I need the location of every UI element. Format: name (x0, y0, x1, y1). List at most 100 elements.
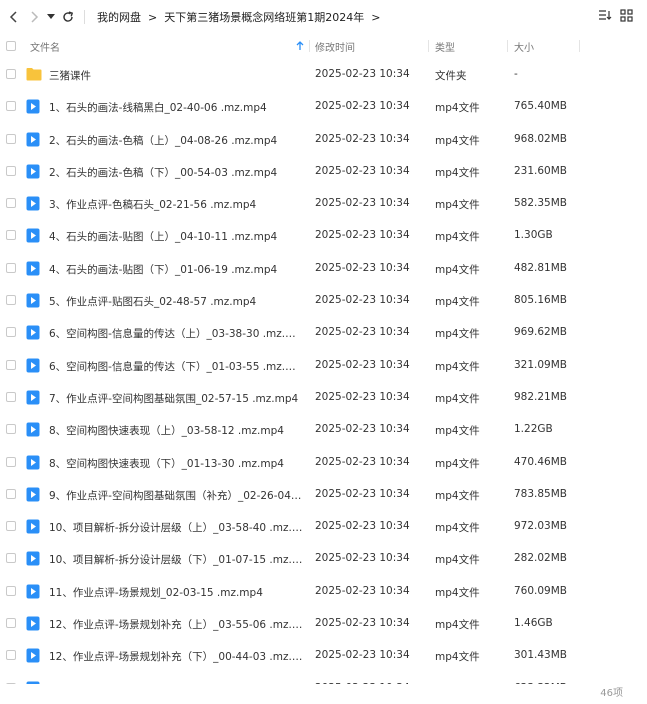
file-row[interactable]: 5、作业点评-贴图石头_02-48-57 .mz.mp4 2025-02-23 1… (0, 284, 647, 316)
file-row[interactable]: 6、空间构图-信息量的传达（下）_01-03-55 .mz.mp4 2025-02… (0, 349, 647, 381)
file-row[interactable]: 9、作业点评-空间构图基础氛围（补充）_02-26-04 .mz.... 2025… (0, 478, 647, 510)
file-name[interactable]: 1、石头的画法-线稿黑白_02-40-06 .mz.mp4 (49, 100, 267, 115)
column-divider[interactable] (579, 40, 580, 52)
sort-icon[interactable] (598, 9, 612, 21)
video-file-icon (26, 422, 40, 440)
column-divider[interactable] (507, 40, 508, 52)
file-row[interactable]: 6、空间构图-信息量的传达（上）_03-38-30 .mz.mp4 2025-02… (0, 316, 647, 348)
file-size: - (514, 68, 518, 80)
file-name[interactable]: 8、空间构图快速表现（上）_03-58-12 .mz.mp4 (49, 423, 284, 438)
row-checkbox[interactable] (6, 585, 16, 596)
file-type: mp4文件 (435, 489, 480, 502)
refresh-icon (63, 11, 74, 22)
file-name[interactable]: 4、石头的画法-贴图（下）_01-06-19 .mz.mp4 (49, 262, 277, 277)
column-type-header[interactable]: 类型 (435, 39, 455, 54)
row-checkbox[interactable] (6, 618, 16, 629)
file-size: 982.21MB (514, 390, 568, 403)
file-row[interactable]: 8、空间构图快速表现（下）_01-13-30 .mz.mp4 2025-02-23… (0, 446, 647, 478)
file-name[interactable]: 10、项目解析-拆分设计层级（上）_03-58-40 .mz.mp4 (49, 520, 304, 535)
row-checkbox[interactable] (6, 165, 16, 176)
file-type: mp4文件 (435, 425, 480, 438)
column-time-header[interactable]: 修改时间 (315, 39, 355, 54)
file-name[interactable]: 12、作业点评-场景规划补充（下）_00-44-03 .mz.mp4 (49, 649, 304, 664)
file-name[interactable]: 13、区域概念气氛（上）_02-11-12 .mz.mp4 (49, 682, 270, 685)
column-name-header[interactable]: 文件名 (30, 39, 60, 54)
file-row[interactable]: 13、区域概念气氛（上）_02-11-12 .mz.mp4 2025-02-23 … (0, 672, 647, 684)
row-checkbox[interactable] (6, 262, 16, 273)
row-checkbox[interactable] (6, 488, 16, 499)
file-name[interactable]: 2、石头的画法-色稿（下）_00-54-03 .mz.mp4 (49, 165, 277, 180)
breadcrumb-current-folder[interactable]: 天下第三猪场景概念网络班第1期2024年 (164, 9, 364, 25)
file-name[interactable]: 12、作业点评-场景规划补充（上）_03-55-06 .mz.mp4 (49, 617, 304, 632)
row-checkbox[interactable] (6, 327, 16, 338)
file-name[interactable]: 6、空间构图-信息量的传达（上）_03-38-30 .mz.mp4 (49, 326, 304, 341)
row-checkbox[interactable] (6, 101, 16, 112)
file-name[interactable]: 三猪课件 (49, 68, 91, 83)
history-dropdown-button[interactable] (44, 7, 58, 27)
file-modified-time: 2025-02-23 10:34 (315, 487, 410, 500)
file-name[interactable]: 5、作业点评-贴图石头_02-48-57 .mz.mp4 (49, 294, 256, 309)
chevron-right-icon[interactable]: > (371, 11, 380, 24)
file-row[interactable]: 12、作业点评-场景规划补充（下）_00-44-03 .mz.mp4 2025-0… (0, 639, 647, 671)
row-checkbox[interactable] (6, 456, 16, 467)
row-checkbox[interactable] (6, 230, 16, 241)
file-row[interactable]: 8、空间构图快速表现（上）_03-58-12 .mz.mp4 2025-02-23… (0, 413, 647, 445)
row-checkbox[interactable] (6, 424, 16, 435)
row-checkbox[interactable] (6, 133, 16, 144)
sort-ascending-icon[interactable] (296, 41, 304, 51)
row-checkbox[interactable] (6, 650, 16, 661)
file-type: mp4文件 (435, 682, 480, 685)
column-size-header[interactable]: 大小 (514, 39, 534, 54)
file-size: 1.46GB (514, 617, 553, 630)
file-row[interactable]: 10、项目解析-拆分设计层级（上）_03-58-40 .mz.mp4 2025-0… (0, 510, 647, 542)
file-row[interactable]: 3、作业点评-色稿石头_02-21-56 .mz.mp4 2025-02-23 1… (0, 187, 647, 219)
file-type: mp4文件 (435, 134, 480, 147)
file-row[interactable]: 1、石头的画法-线稿黑白_02-40-06 .mz.mp4 2025-02-23 … (0, 90, 647, 122)
file-row[interactable]: 10、项目解析-拆分设计层级（下）_01-07-15 .mz.mp4 2025-0… (0, 542, 647, 574)
file-row[interactable]: 11、作业点评-场景规划_02-03-15 .mz.mp4 2025-02-23 … (0, 575, 647, 607)
grid-view-icon[interactable] (620, 9, 633, 22)
breadcrumb: 我的网盘 > 天下第三猪场景概念网络班第1期2024年 > (97, 9, 387, 25)
column-divider[interactable] (309, 40, 310, 52)
breadcrumb-root[interactable]: 我的网盘 (97, 9, 141, 25)
file-modified-time: 2025-02-23 10:34 (315, 423, 410, 436)
file-row[interactable]: 2、石头的画法-色稿（下）_00-54-03 .mz.mp4 2025-02-23… (0, 155, 647, 187)
file-name[interactable]: 8、空间构图快速表现（下）_01-13-30 .mz.mp4 (49, 456, 284, 471)
file-name[interactable]: 3、作业点评-色稿石头_02-21-56 .mz.mp4 (49, 197, 256, 212)
file-row[interactable]: 2、石头的画法-色稿（上）_04-08-26 .mz.mp4 2025-02-23… (0, 123, 647, 155)
file-name[interactable]: 9、作业点评-空间构图基础氛围（补充）_02-26-04 .mz.... (49, 488, 304, 503)
forward-button[interactable] (24, 7, 44, 27)
select-all-checkbox[interactable] (6, 41, 16, 51)
file-modified-time: 2025-02-23 10:34 (315, 261, 410, 274)
row-checkbox[interactable] (6, 69, 16, 79)
video-file-icon (26, 293, 40, 311)
file-name[interactable]: 7、作业点评-空间构图基础氛围_02-57-15 .mz.mp4 (49, 391, 298, 406)
file-name[interactable]: 10、项目解析-拆分设计层级（下）_01-07-15 .mz.mp4 (49, 552, 304, 567)
row-checkbox[interactable] (6, 521, 16, 532)
column-divider[interactable] (428, 40, 429, 52)
row-checkbox[interactable] (6, 553, 16, 564)
file-size: 301.43MB (514, 649, 568, 662)
row-checkbox[interactable] (6, 359, 16, 370)
caret-down-icon (47, 14, 55, 19)
row-checkbox[interactable] (6, 682, 16, 684)
folder-icon (26, 67, 42, 84)
row-checkbox[interactable] (6, 391, 16, 402)
file-name[interactable]: 6、空间构图-信息量的传达（下）_01-03-55 .mz.mp4 (49, 359, 304, 374)
file-row[interactable]: 7、作业点评-空间构图基础氛围_02-57-15 .mz.mp4 2025-02-… (0, 381, 647, 413)
file-name[interactable]: 11、作业点评-场景规划_02-03-15 .mz.mp4 (49, 585, 263, 600)
video-file-icon (26, 519, 40, 537)
file-type: mp4文件 (435, 554, 480, 567)
row-checkbox[interactable] (6, 198, 16, 209)
refresh-button[interactable] (58, 7, 78, 27)
back-button[interactable] (4, 7, 24, 27)
file-name[interactable]: 4、石头的画法-贴图（上）_04-10-11 .mz.mp4 (49, 229, 277, 244)
file-row[interactable]: 三猪课件 2025-02-23 10:34 文件夹 - (0, 58, 647, 90)
view-tools (598, 9, 633, 22)
file-type: mp4文件 (435, 102, 480, 115)
file-row[interactable]: 12、作业点评-场景规划补充（上）_03-55-06 .mz.mp4 2025-0… (0, 607, 647, 639)
row-checkbox[interactable] (6, 295, 16, 306)
file-row[interactable]: 4、石头的画法-贴图（上）_04-10-11 .mz.mp4 2025-02-23… (0, 219, 647, 251)
file-name[interactable]: 2、石头的画法-色稿（上）_04-08-26 .mz.mp4 (49, 133, 277, 148)
file-row[interactable]: 4、石头的画法-贴图（下）_01-06-19 .mz.mp4 2025-02-23… (0, 252, 647, 284)
